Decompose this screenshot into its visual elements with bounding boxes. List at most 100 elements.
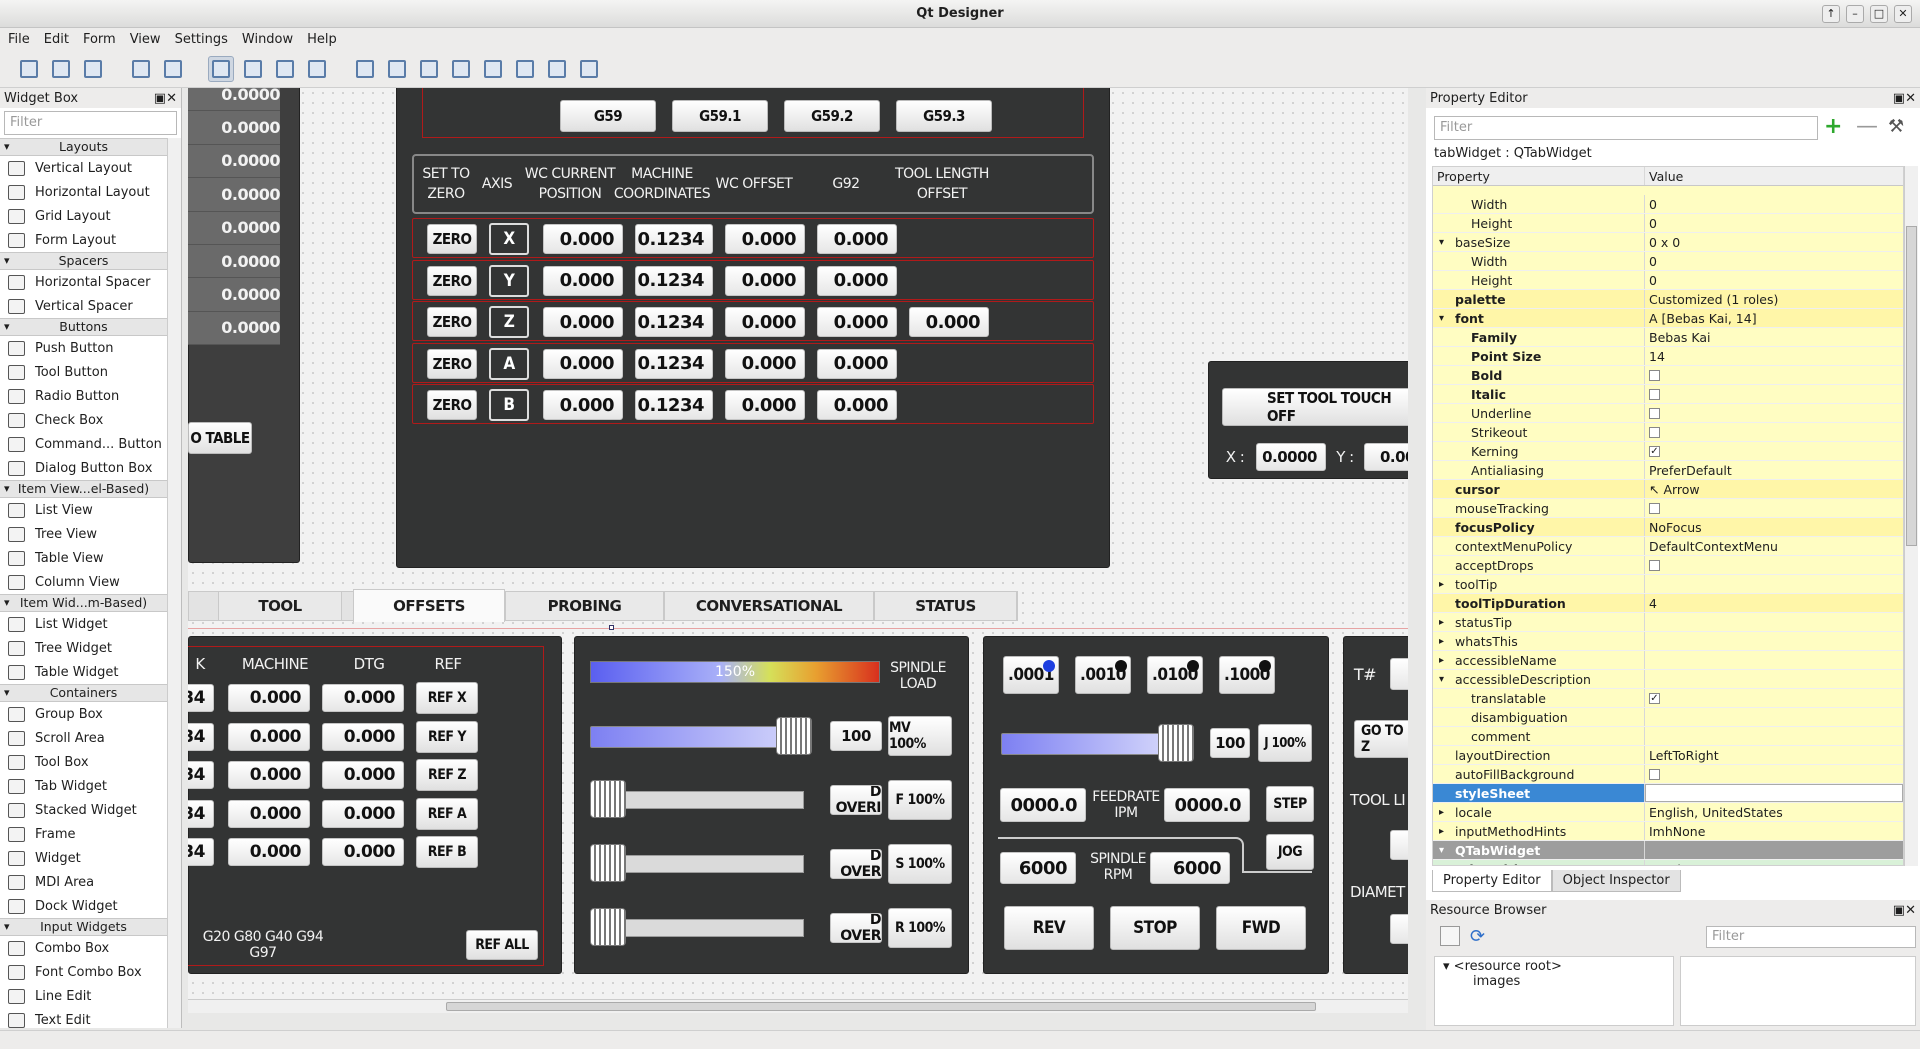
resource-filter-input[interactable]: Filter [1706,926,1916,948]
tool-number-field[interactable] [1390,658,1408,690]
property-value[interactable] [1645,708,1903,726]
property-value[interactable]: 4 [1645,594,1903,612]
widget-item[interactable]: List View [0,498,167,522]
property-row[interactable]: Point Size 14 [1433,347,1903,366]
expand-arrow-icon[interactable]: ▸ [1439,579,1444,590]
widget-item[interactable]: Column View [0,570,167,594]
property-row[interactable]: ▸ accessibleName [1433,651,1903,670]
jog-increment-button[interactable]: .1000 [1219,656,1275,694]
resource-root[interactable]: ▾ <resource root> [1443,959,1665,974]
property-value[interactable] [1645,765,1903,783]
work-offset-button[interactable]: G59.3 [896,100,992,132]
tab-tool[interactable]: TOOL [218,591,342,621]
property-value[interactable]: Customized (1 roles) [1645,290,1903,308]
property-value[interactable] [1645,841,1903,859]
property-value[interactable] [1645,556,1903,574]
widget-item[interactable]: Combo Box [0,936,167,960]
layout-form-icon[interactable] [512,56,538,82]
remove-dynamic-property-icon[interactable]: — [1856,116,1878,138]
edit-buddies-icon[interactable] [272,56,298,82]
collapse-arrow-icon[interactable]: ▾ [1439,674,1444,685]
property-row[interactable]: toolTipDuration 4 [1433,594,1903,613]
rapid-override-handle[interactable] [590,908,626,946]
expand-arrow-icon[interactable]: ▸ [1439,826,1444,837]
collapse-arrow-icon[interactable]: ▾ [1439,237,1444,248]
expand-arrow-icon[interactable]: ▸ [1439,807,1444,818]
collapse-arrow-icon[interactable]: ▾ [1439,313,1444,324]
send-to-back-icon[interactable] [128,56,154,82]
property-value[interactable] [1645,575,1903,593]
property-row[interactable]: Height 0 [1433,271,1903,290]
edit-tab-order-icon[interactable] [304,56,330,82]
widget-item[interactable]: Tool Box [0,750,167,774]
tab-status[interactable]: STATUS [874,591,1017,621]
widget-item[interactable]: List Widget [0,612,167,636]
property-row[interactable]: layoutDirection LeftToRight [1433,746,1903,765]
menu-window[interactable]: Window [242,32,293,47]
checkbox-icon[interactable] [1649,369,1660,381]
widget-category[interactable]: Layouts [0,138,167,156]
property-row[interactable]: Width 0 [1433,195,1903,214]
layout-vertical-icon[interactable] [384,56,410,82]
property-value[interactable]: Bebas Kai [1645,328,1903,346]
minimize-button[interactable]: – [1846,5,1864,23]
layout-grid-icon[interactable] [480,56,506,82]
tool-table-button[interactable]: O TABLE [188,422,252,454]
checkbox-icon[interactable] [1649,388,1660,400]
property-row[interactable]: Family Bebas Kai [1433,328,1903,347]
zero-button[interactable]: ZERO [427,390,477,420]
widget-item[interactable]: Text Edit [0,1008,167,1028]
property-row[interactable]: palette Customized (1 roles) [1433,290,1903,309]
property-row[interactable]: disambiguation [1433,708,1903,727]
checkbox-icon[interactable]: ✓ [1649,445,1660,457]
float-icon[interactable]: ▣ [1893,903,1905,918]
spindle-stop-button[interactable]: STOP [1110,906,1200,950]
close-button[interactable]: ✕ [1894,5,1912,23]
ref-axis-button[interactable]: REF A [416,797,478,830]
widget-item[interactable]: Font Combo Box [0,960,167,984]
open-form-icon[interactable] [48,56,74,82]
ref-axis-button[interactable]: REF X [416,682,478,714]
widget-item[interactable]: Push Button [0,336,167,360]
widget-item[interactable]: Tree View [0,522,167,546]
property-row[interactable]: contextMenuPolicy DefaultContextMenu [1433,537,1903,556]
property-row[interactable]: Height 0 [1433,214,1903,233]
widget-category[interactable]: Item View...el-Based) [0,480,167,498]
property-value[interactable] [1645,423,1903,441]
property-row[interactable]: cursor ↖ Arrow [1433,480,1903,499]
property-value[interactable]: 14 [1645,347,1903,365]
property-value[interactable] [1645,385,1903,403]
property-value[interactable]: LeftToRight [1645,746,1903,764]
touch-x-field[interactable]: 0.0000 [1256,443,1326,471]
jog-100-button[interactable]: J 100% [1258,724,1312,762]
touch-y-field[interactable]: 0.00 [1364,443,1408,471]
menu-settings[interactable]: Settings [175,32,228,47]
property-row[interactable]: mouseTracking [1433,499,1903,518]
feed-100-button[interactable]: F 100% [888,780,952,820]
widget-item[interactable]: MDI Area [0,870,167,894]
maximize-button[interactable]: □ [1870,5,1888,23]
widget-category[interactable]: Spacers [0,252,167,270]
widget-category[interactable]: Buttons [0,318,167,336]
property-value[interactable]: PreferDefault [1645,461,1903,479]
widget-item[interactable]: Horizontal Layout [0,180,167,204]
property-row[interactable]: Underline [1433,404,1903,423]
zero-button[interactable]: ZERO [427,307,477,337]
property-value[interactable]: ✓ [1645,689,1903,707]
spindle-100-button[interactable]: S 100% [888,844,952,884]
canvas-h-scrollbar[interactable] [188,999,1408,1013]
float-icon[interactable]: ▣ [1893,91,1905,106]
widget-item[interactable]: Tree Widget [0,636,167,660]
property-value[interactable] [1645,670,1903,688]
menu-edit[interactable]: Edit [44,32,69,47]
widget-item[interactable]: Horizontal Spacer [0,270,167,294]
property-value[interactable]: DefaultContextMenu [1645,537,1903,555]
close-icon[interactable]: ✕ [166,91,177,106]
checkbox-icon[interactable] [1649,407,1660,419]
widget-item[interactable]: Table Widget [0,660,167,684]
property-row[interactable]: Width 0 [1433,252,1903,271]
widget-item[interactable]: Check Box [0,408,167,432]
property-row[interactable]: Antialiasing PreferDefault [1433,461,1903,480]
menu-form[interactable]: Form [83,32,116,47]
menu-view[interactable]: View [130,32,161,47]
